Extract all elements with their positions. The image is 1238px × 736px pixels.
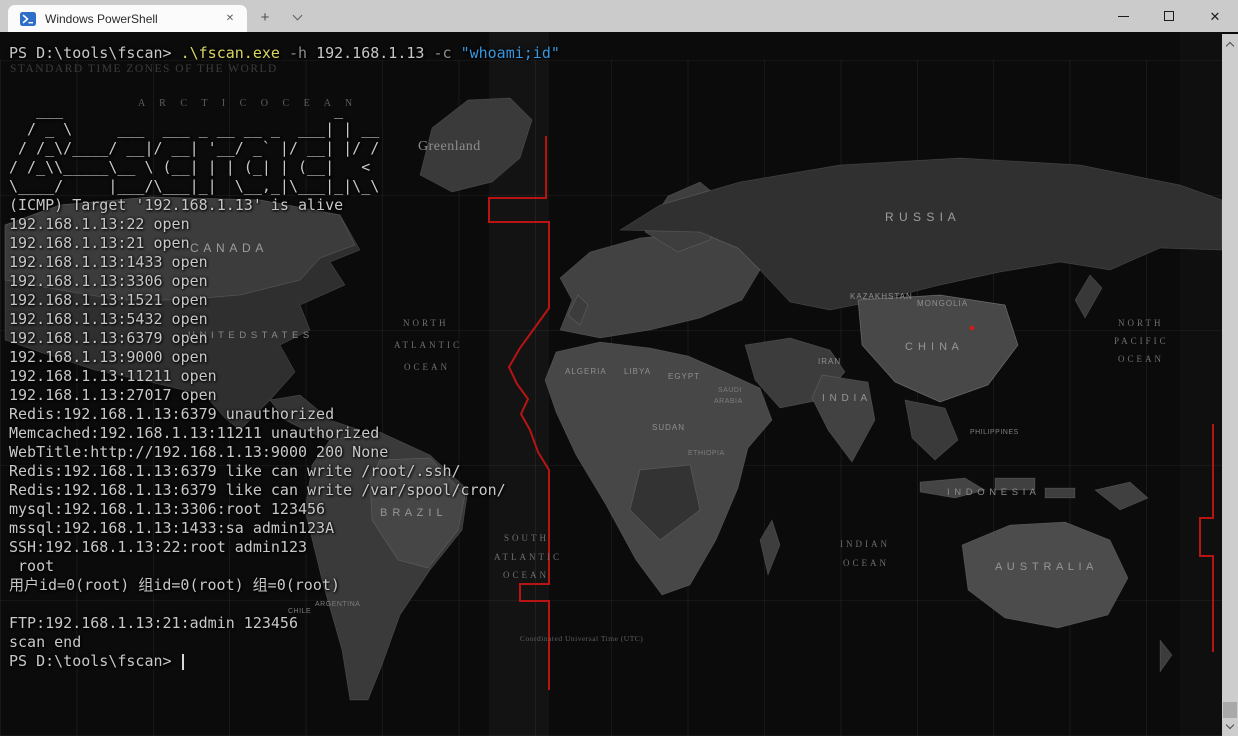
window-controls: ✕ xyxy=(1100,0,1238,32)
map-label: SUDAN xyxy=(652,423,685,432)
map-label: PHILIPPINES xyxy=(970,429,1019,436)
minimize-icon xyxy=(1118,16,1129,17)
titlebar-drag-region[interactable]: Windows PowerShell ✕ + ✕ xyxy=(0,0,1238,32)
map-label: PACIFIC xyxy=(1114,336,1169,346)
close-button[interactable]: ✕ xyxy=(1192,0,1238,32)
new-tab-button[interactable]: + xyxy=(252,7,278,27)
tab-close-icon[interactable]: ✕ xyxy=(221,10,239,28)
tab-dropdown-button[interactable] xyxy=(284,7,310,27)
map-label: OCEAN xyxy=(843,558,889,568)
fscan-banner: ___ _ / _ \ ___ ___ _ __ __ _ ___| | __ … xyxy=(9,101,379,195)
scroll-down-button[interactable] xyxy=(1222,719,1238,735)
command-string-arg: "whoami;id" xyxy=(461,44,560,62)
scan-output: (ICMP) Target '192.168.1.13' is alive 19… xyxy=(9,196,506,651)
map-label: I N D O N E S I A xyxy=(947,487,1037,498)
command-executable: .\fscan.exe xyxy=(181,44,280,62)
region-indonesia-3 xyxy=(1045,488,1075,498)
continent-europe xyxy=(560,232,760,338)
scrollbar-thumb[interactable] xyxy=(1223,702,1237,718)
region-se-asia xyxy=(905,400,958,460)
chevron-down-icon xyxy=(1226,721,1234,729)
tab-windows-powershell[interactable]: Windows PowerShell ✕ xyxy=(8,5,247,32)
maximize-icon xyxy=(1164,11,1174,21)
terminal-text: PS D:\tools\fscan> .\fscan.exe -h 192.16… xyxy=(0,32,560,671)
scroll-up-button[interactable] xyxy=(1222,36,1238,52)
beijing-red-dot xyxy=(970,326,975,331)
powershell-icon xyxy=(20,12,36,26)
flag-c: -c xyxy=(424,44,460,62)
close-icon: ✕ xyxy=(1210,10,1221,23)
map-label: I N D I A xyxy=(822,393,868,404)
map-label: ARABIA xyxy=(714,398,743,405)
map-label: INDIAN xyxy=(840,539,890,549)
map-label: LIBYA xyxy=(624,367,651,376)
map-label: R U S S I A xyxy=(885,210,957,224)
prompt-path-2: PS D:\tools\fscan> xyxy=(9,652,181,670)
text-cursor xyxy=(182,654,184,670)
continent-australia xyxy=(962,522,1128,628)
map-label: NORTH xyxy=(1118,318,1163,328)
map-label: KAZAKHSTAN xyxy=(850,292,913,301)
map-label: ALGERIA xyxy=(565,367,607,376)
target-ip: 192.168.1.13 xyxy=(316,44,424,62)
region-india xyxy=(812,375,875,462)
region-new-zealand xyxy=(1160,640,1172,672)
tab-title: Windows PowerShell xyxy=(45,12,212,26)
minimize-button[interactable] xyxy=(1100,0,1146,32)
map-label: ETHIOPIA xyxy=(688,450,725,457)
terminal-window: Windows PowerShell ✕ + ✕ xyxy=(0,0,1238,736)
scrollbar[interactable] xyxy=(1222,34,1238,736)
map-label: IRAN xyxy=(818,357,841,366)
map-label: SAUDI xyxy=(718,387,742,394)
prompt-path: PS D:\tools\fscan> xyxy=(9,44,181,62)
flag-h: -h xyxy=(280,44,316,62)
region-japan xyxy=(1075,275,1102,318)
region-madagascar xyxy=(760,520,780,575)
maximize-button[interactable] xyxy=(1146,0,1192,32)
map-label: MONGOLIA xyxy=(917,299,968,308)
terminal-content-area[interactable]: STANDARD TIME ZONES OF THE WORLDA R C T … xyxy=(0,32,1238,736)
map-label: OCEAN xyxy=(1118,354,1164,364)
map-label: EGYPT xyxy=(668,372,700,381)
chevron-down-icon xyxy=(292,11,302,21)
map-label: A U S T R A L I A xyxy=(995,561,1094,573)
chevron-up-icon xyxy=(1226,42,1234,50)
region-new-guinea xyxy=(1095,482,1148,510)
map-label: C H I N A xyxy=(905,341,960,353)
